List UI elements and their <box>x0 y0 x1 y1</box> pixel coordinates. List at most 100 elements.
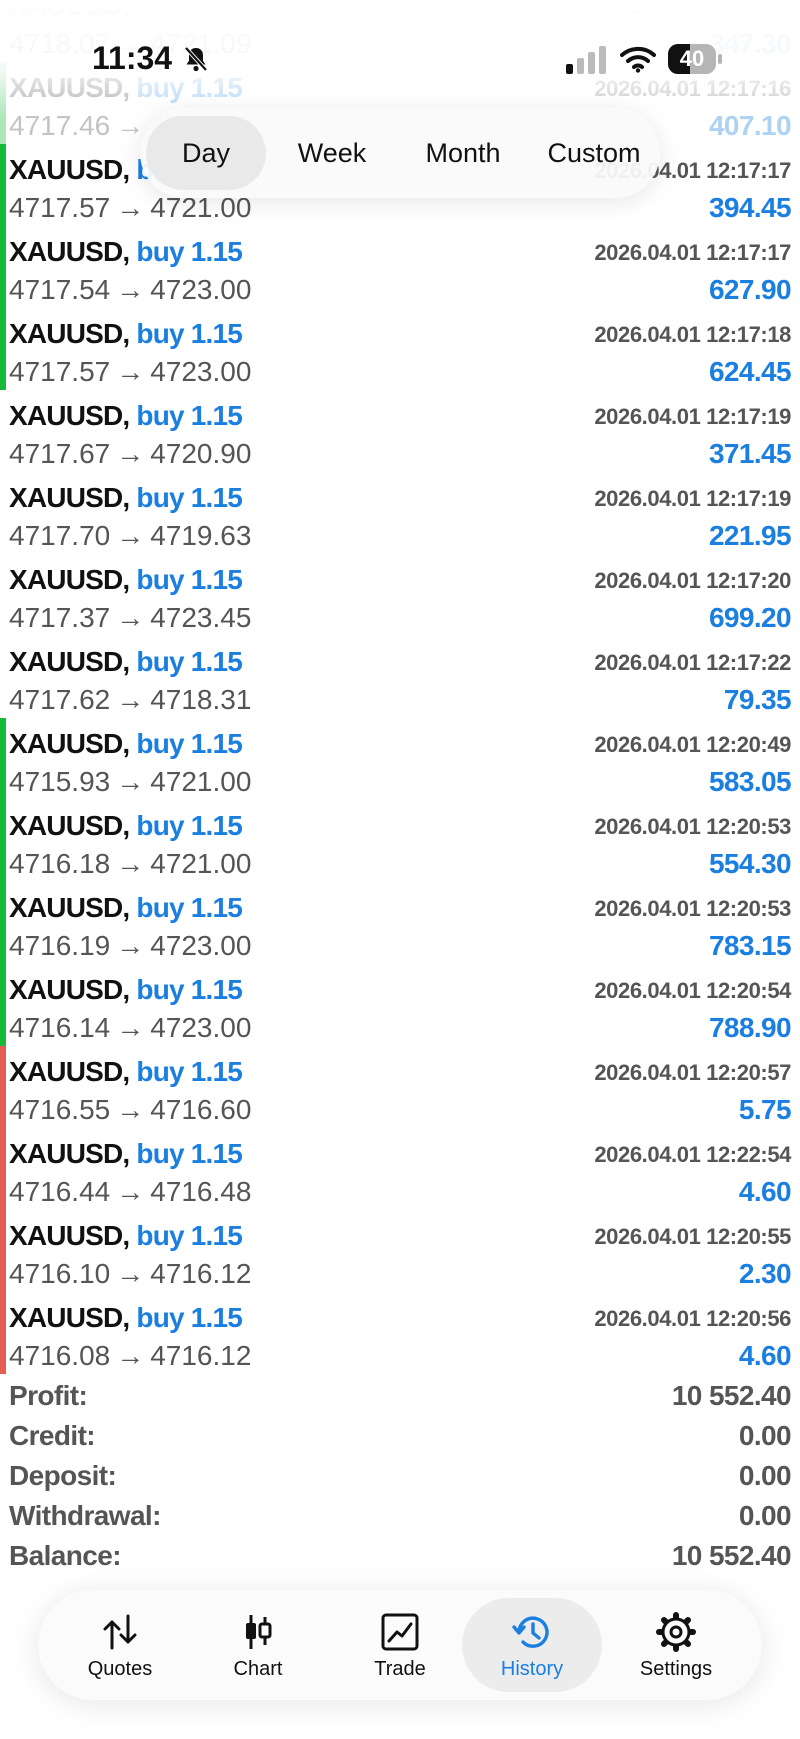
trade-row[interactable]: XAUUSD, buy 1.15 4716.55 → 4716.60 2026.04.0… <box>0 1046 800 1128</box>
trade-action: buy 1.15 <box>136 974 243 1005</box>
trade-result-marker <box>0 1046 6 1128</box>
summary-credit-label: Credit: <box>9 1420 96 1451</box>
arrow-right-icon: → <box>116 1258 145 1289</box>
arrow-right-icon: → <box>116 766 145 797</box>
trade-row[interactable]: XAUUSD, buy 1.15 4717.54 → 4723.00 2026.04.0… <box>0 226 800 308</box>
tab-chart[interactable]: Chart <box>188 1598 328 1692</box>
trade-result-marker <box>0 800 6 882</box>
tab-quotes[interactable]: Quotes <box>50 1598 190 1692</box>
trade-action: buy 1.15 <box>136 1302 243 1333</box>
trade-symbol: XAUUSD, <box>9 236 130 267</box>
trade-open-price: 4716.14 <box>9 1012 111 1043</box>
period-tab-month[interactable]: Month <box>398 116 528 190</box>
trade-row[interactable]: XAUUSD, buy 1.15 4716.08 → 4716.12 2026.04.0… <box>0 1292 800 1374</box>
trade-row[interactable]: XAUUSD, buy 1.15 4716.10 → 4716.12 2026.04.0… <box>0 1210 800 1292</box>
trade-close-price: 4720.90 <box>150 438 252 469</box>
period-tab-custom[interactable]: Custom <box>532 116 656 190</box>
trade-title: XAUUSD, buy 1.15 <box>9 646 243 678</box>
trade-result-marker <box>0 1292 6 1374</box>
trade-symbol: XAUUSD, <box>9 1302 130 1333</box>
bottom-tab-bar: Quotes Chart Trade History Settings <box>38 1590 762 1700</box>
trade-history-list[interactable]: XAUUSD, buy 1.154718.07→4721.092026.04.0… <box>0 0 800 1374</box>
trade-action: buy 1.15 <box>136 482 243 513</box>
arrow-right-icon: → <box>116 438 145 469</box>
trade-row[interactable]: XAUUSD, buy 1.15 4717.62 → 4718.31 2026.04.0… <box>0 636 800 718</box>
trade-title: XAUUSD, buy 1.15 <box>9 728 243 760</box>
trade-title: XAUUSD, buy 1.15 <box>9 1056 243 1088</box>
arrow-right-icon: → <box>116 1012 145 1043</box>
trade-time: 2026.04.01 12:20:49 <box>594 732 791 757</box>
period-tab-week[interactable]: Week <box>270 116 394 190</box>
trade-action: buy 1.15 <box>136 400 243 431</box>
trade-open-price: 4717.57 <box>9 192 111 223</box>
trade-action: buy 1.15 <box>136 1220 243 1251</box>
trade-close-price: 4723.00 <box>150 930 252 961</box>
tab-settings[interactable]: Settings <box>606 1598 746 1692</box>
trade-close-price: 4716.60 <box>150 1094 252 1125</box>
trade-action: buy 1.15 <box>136 728 243 759</box>
trade-action: buy 1.15 <box>136 810 243 841</box>
trade-prices: 4717.54 → 4723.00 <box>9 274 251 306</box>
trade-close-price: 4716.48 <box>150 1176 252 1207</box>
trade-prices: 4716.14 → 4723.00 <box>9 1012 251 1044</box>
battery-level: 40 <box>679 46 705 71</box>
trade-time: 2026.04.01 12:20:54 <box>594 978 791 1003</box>
trade-time: 2026.04.01 12:17:18 <box>594 322 791 347</box>
trade-profit: 788.90 <box>708 1012 792 1043</box>
trade-prices: 4717.67 → 4720.90 <box>9 438 251 470</box>
trade-row[interactable]: XAUUSD, buy 1.15 4716.18 → 4721.00 2026.04.0… <box>0 800 800 882</box>
trade-title: XAUUSD, buy 1.15 <box>9 810 243 842</box>
trade-symbol: XAUUSD, <box>9 154 130 185</box>
summary-deposit-row: Deposit: 0.00 <box>0 1460 800 1500</box>
tab-trade[interactable]: Trade <box>330 1598 470 1692</box>
trade-profit: 371.45 <box>708 438 792 469</box>
trade-time: 2026.04.01 12:20:53 <box>594 814 791 839</box>
trade-prices: 4716.19 → 4723.00 <box>9 930 251 962</box>
trade-profit: 5.75 <box>738 1094 792 1125</box>
trade-profit: 4.60 <box>738 1176 792 1207</box>
summary-deposit-label: Deposit: <box>9 1460 117 1491</box>
wifi-icon <box>620 46 656 73</box>
trade-open-price: 4716.08 <box>9 1340 111 1371</box>
trade-action: buy 1.15 <box>136 318 243 349</box>
summary-balance-value: 10 552.40 <box>671 1540 792 1571</box>
trade-row[interactable]: XAUUSD, buy 1.15 4716.19 → 4723.00 2026.04.0… <box>0 882 800 964</box>
trade-result-marker <box>0 554 6 636</box>
trade-title: XAUUSD, buy 1.15 <box>9 236 243 268</box>
arrow-right-icon: → <box>116 274 145 305</box>
trade-row[interactable]: XAUUSD, buy 1.15 4715.93 → 4721.00 2026.04.0… <box>0 718 800 800</box>
cellular-signal-icon <box>566 46 606 74</box>
trade-result-marker <box>0 144 6 226</box>
tab-history[interactable]: History <box>462 1598 602 1692</box>
trade-open-price: 4717.57 <box>9 356 111 387</box>
trade-open-price: 4717.54 <box>9 274 111 305</box>
trade-result-marker <box>0 964 6 1046</box>
trade-row[interactable]: XAUUSD, buy 1.15 4717.37 → 4723.45 2026.04.0… <box>0 554 800 636</box>
trade-prices: 4717.70 → 4719.63 <box>9 520 251 552</box>
trade-time: 2026.04.01 12:20:56 <box>594 1306 791 1331</box>
trade-open-price: 4716.19 <box>9 930 111 961</box>
trade-action: buy 1.15 <box>136 892 243 923</box>
trade-open-price: 4717.67 <box>9 438 111 469</box>
trade-symbol: XAUUSD, <box>9 646 130 677</box>
trade-action: buy 1.15 <box>136 1056 243 1087</box>
trade-row[interactable]: XAUUSD, buy 1.15 4716.14 → 4723.00 2026.04.0… <box>0 964 800 1046</box>
trade-row[interactable]: XAUUSD, buy 1.15 4716.44 → 4716.48 2026.04.0… <box>0 1128 800 1210</box>
arrow-right-icon: → <box>116 1094 145 1125</box>
trade-action: buy 1.15 <box>136 236 243 267</box>
trade-title: XAUUSD, buy 1.15 <box>9 892 243 924</box>
trade-row[interactable]: XAUUSD, buy 1.15 4717.70 → 4719.63 2026.04.0… <box>0 472 800 554</box>
trade-profit: 627.90 <box>708 274 792 305</box>
summary-withdrawal-value: 0.00 <box>738 1500 792 1531</box>
trade-time: 2026.04.01 12:17:17 <box>594 240 791 265</box>
period-tab-day[interactable]: Day <box>146 116 266 190</box>
trade-open-price: 4715.93 <box>9 766 111 797</box>
trade-close-price: 4721.00 <box>150 848 252 879</box>
trade-row[interactable]: XAUUSD, buy 1.15 4717.57 → 4723.00 2026.04.0… <box>0 308 800 390</box>
trade-close-price: 4721.00 <box>150 766 252 797</box>
bell-muted-icon <box>184 46 208 72</box>
trade-title: XAUUSD, buy 1.15 <box>9 974 243 1006</box>
trade-prices: 4716.10 → 4716.12 <box>9 1258 251 1290</box>
trade-row[interactable]: XAUUSD, buy 1.15 4717.67 → 4720.90 2026.04.0… <box>0 390 800 472</box>
trade-close-price: 4723.00 <box>150 356 252 387</box>
